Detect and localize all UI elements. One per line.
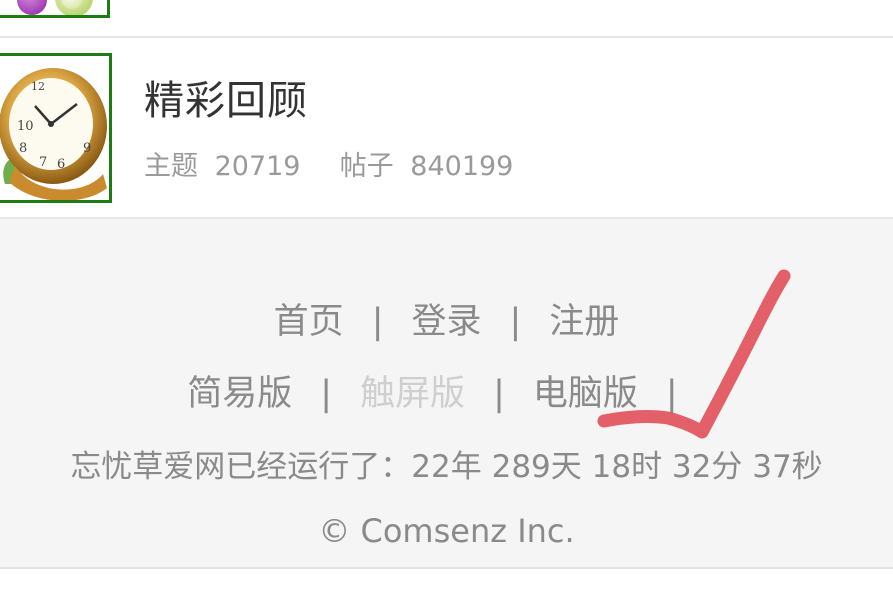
svg-text:8: 8 [19, 141, 27, 156]
page: 10 8 7 6 9 12 精彩回顾 主题 20719 帖子 840199 首页… [0, 0, 893, 593]
register-link[interactable]: 注册 [549, 302, 619, 342]
nav-separator: | [493, 374, 505, 414]
forum-row[interactable]: 10 8 7 6 9 12 精彩回顾 主题 20719 帖子 840199 [0, 38, 893, 219]
login-link[interactable]: 登录 [411, 302, 481, 342]
touch-version-link: 触屏版 [360, 374, 466, 414]
simple-version-link[interactable]: 简易版 [187, 374, 292, 414]
threads-label: 主题 [144, 151, 198, 182]
nav-separator: | [509, 302, 522, 342]
posts-label: 帖子 [339, 151, 394, 182]
svg-text:6: 6 [57, 157, 65, 172]
forum-stats: 主题 20719 帖子 840199 [144, 144, 513, 183]
nav-separator: | [665, 374, 678, 414]
footer-nav-primary: 首页 | 登录 | 注册 [0, 293, 893, 344]
footer: 首页 | 登录 | 注册 简易版 | 触屏版 | 电脑版 | 忘忧草爱网已经运行了：22年 289… [0, 219, 893, 569]
svg-text:9: 9 [83, 141, 91, 156]
forum-title[interactable]: 精彩回顾 [144, 68, 308, 126]
colored-balls-icon [0, 0, 110, 18]
forum-row-partial[interactable] [0, 0, 893, 38]
home-link[interactable]: 首页 [274, 302, 344, 342]
clock-icon: 10 8 7 6 9 12 [0, 53, 112, 203]
footer-nav-versions: 简易版 | 触屏版 | 电脑版 | [0, 365, 893, 416]
desktop-version-link[interactable]: 电脑版 [533, 374, 638, 414]
nav-separator: | [320, 374, 333, 414]
svg-text:10: 10 [17, 119, 34, 134]
svg-text:7: 7 [39, 155, 47, 170]
copyright: © Comsenz Inc. [318, 512, 575, 550]
threads-count: 20719 [214, 151, 301, 182]
posts-count: 840199 [410, 151, 514, 182]
svg-text:12: 12 [31, 80, 45, 93]
nav-separator: | [371, 302, 384, 342]
site-runtime: 忘忧草爱网已经运行了：22年 289天 18时 32分 37秒 [70, 449, 823, 485]
